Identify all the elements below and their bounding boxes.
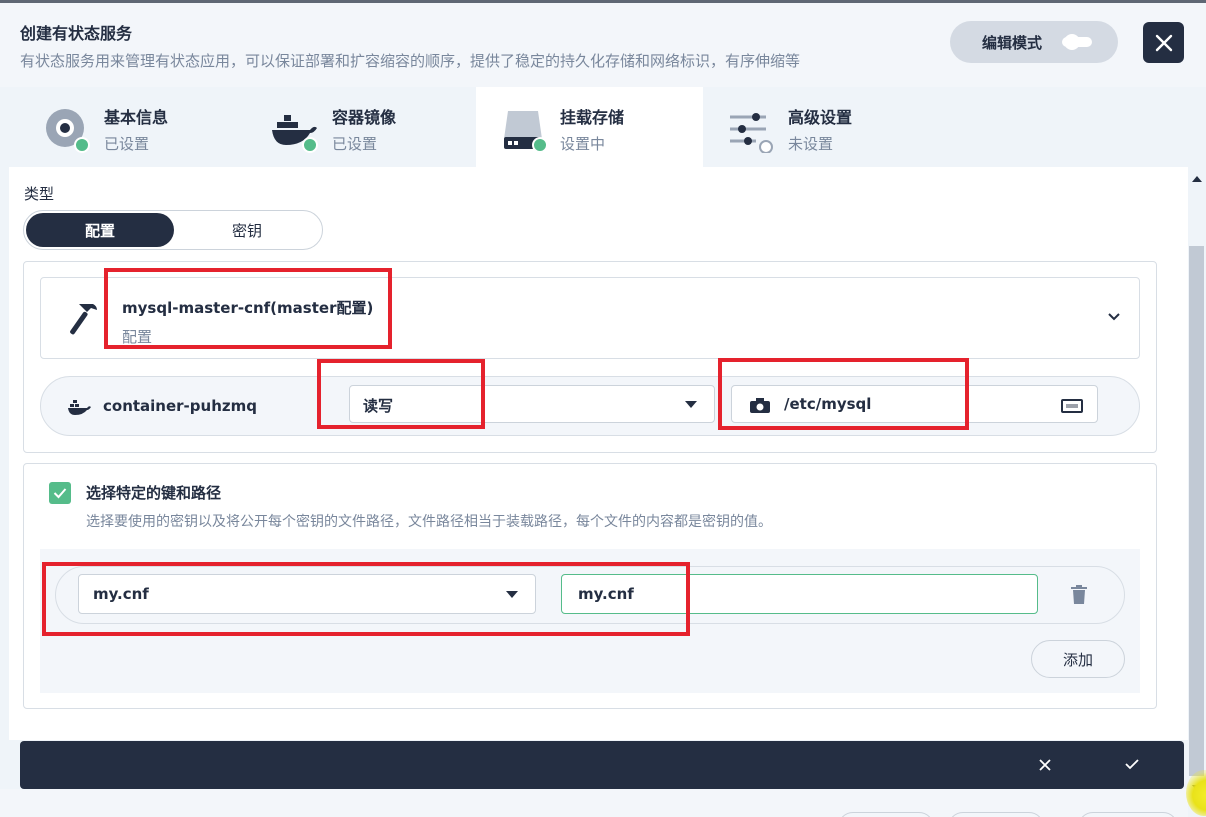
highlight-box	[42, 562, 690, 636]
footer-button[interactable]	[948, 812, 1044, 817]
modal-title: 创建有状态服务	[20, 24, 133, 43]
type-switch: 配置 密钥	[23, 210, 323, 250]
container-name: container-puhzmq	[103, 397, 257, 415]
docker-icon	[272, 115, 318, 153]
modal-description: 有状态服务用来管理有状态应用，可以保证部署和扩容缩容的顺序，提供了稳定的持久化存…	[20, 52, 801, 70]
check-icon	[53, 488, 67, 499]
tab-name: 挂载存储	[560, 108, 625, 127]
disk-icon	[46, 109, 90, 153]
edit-mode-label: 编辑模式	[982, 33, 1043, 52]
caret-down-icon	[685, 401, 697, 408]
edit-mode-toggle[interactable]: 编辑模式	[950, 21, 1118, 63]
specific-keys-description: 选择要使用的密钥以及将公开每个密钥的文件路径，文件路径相当于装载路径，每个文件的…	[86, 514, 772, 530]
chevron-down-icon	[1108, 313, 1120, 321]
tab-status: 已设置	[332, 135, 378, 153]
keyboard-icon[interactable]	[1061, 399, 1083, 413]
footer-button[interactable]	[1078, 812, 1178, 817]
tab-status: 已设置	[104, 135, 150, 153]
step-tabs: 基本信息 已设置 容器镜像 已设置 挂载存储 设置中 高级设置 未设置	[0, 87, 1206, 167]
close-button[interactable]	[1143, 22, 1184, 63]
tab-name: 基本信息	[104, 108, 169, 127]
tab-name: 高级设置	[788, 108, 853, 127]
close-icon	[1155, 34, 1172, 51]
highlight-box	[317, 359, 485, 429]
sliders-icon	[730, 113, 773, 153]
tab-status: 未设置	[788, 135, 834, 153]
type-option-secret[interactable]: 密钥	[174, 213, 320, 247]
add-button[interactable]: 添加	[1031, 640, 1125, 678]
tab-advanced-settings[interactable]: 高级设置 未设置	[726, 87, 926, 167]
tab-mount-storage[interactable]: 挂载存储 设置中	[476, 87, 703, 167]
footer-button[interactable]	[838, 812, 934, 817]
highlight-box	[718, 358, 969, 430]
toggle-knob	[1064, 34, 1080, 50]
highlight-box	[104, 268, 392, 349]
hammer-icon	[70, 304, 97, 335]
trash-icon[interactable]	[1071, 585, 1087, 604]
storage-icon	[504, 111, 548, 153]
action-bar	[20, 741, 1184, 789]
tab-status: 设置中	[560, 135, 606, 153]
scrollbar-thumb[interactable]	[1189, 246, 1204, 776]
tab-container-image[interactable]: 容器镜像 已设置	[270, 87, 475, 167]
cancel-icon[interactable]	[1038, 758, 1052, 772]
type-label: 类型	[24, 185, 55, 203]
scroll-up-arrow-icon[interactable]	[1192, 176, 1202, 182]
tab-name: 容器镜像	[332, 108, 397, 127]
docker-icon	[68, 400, 91, 415]
specific-keys-checkbox[interactable]	[49, 482, 71, 504]
specific-keys-title: 选择特定的键和路径	[86, 484, 222, 502]
type-option-config[interactable]: 配置	[26, 213, 174, 247]
confirm-check-icon[interactable]	[1124, 757, 1140, 771]
tab-basic-info[interactable]: 基本信息 已设置	[44, 87, 244, 167]
